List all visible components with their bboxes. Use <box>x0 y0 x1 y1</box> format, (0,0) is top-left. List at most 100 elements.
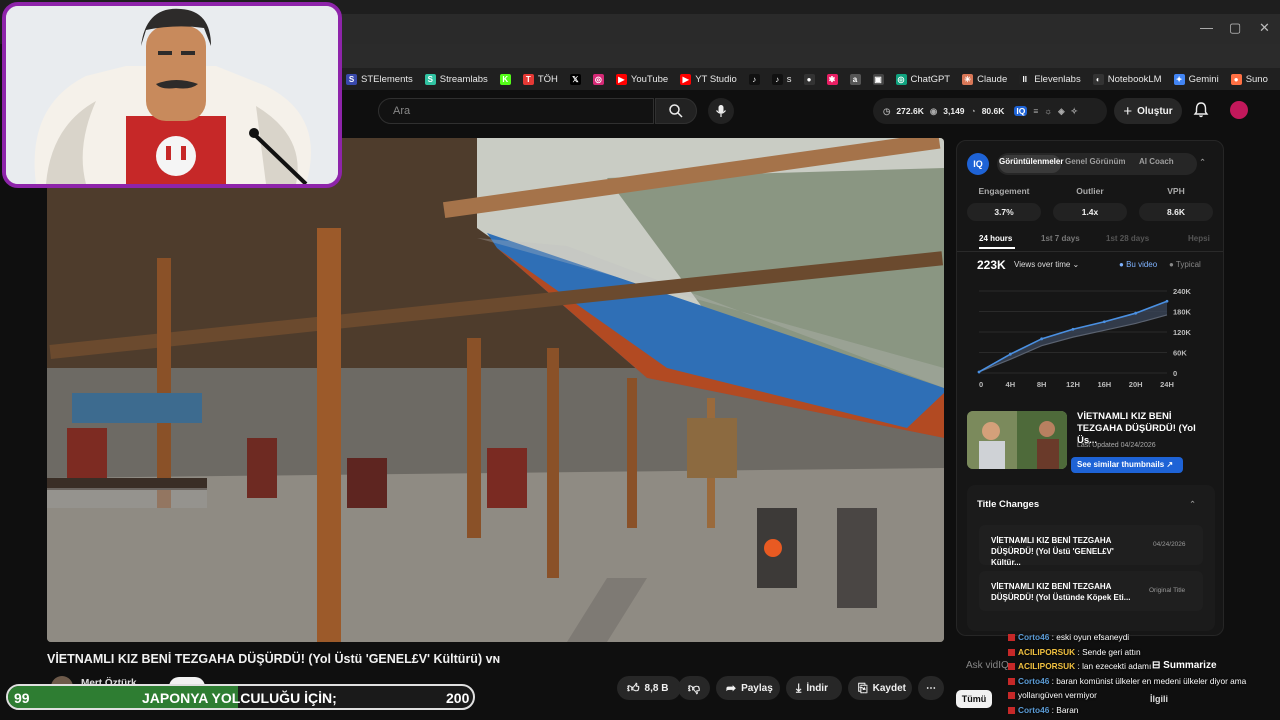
bookmark-item[interactable]: ● Suno <box>1230 73 1268 85</box>
bookmark-item[interactable]: K <box>499 73 511 85</box>
bulb-icon[interactable]: ☼ <box>1044 106 1052 116</box>
list-icon[interactable]: ≡ <box>1033 106 1038 116</box>
similar-thumbnails-button[interactable]: See similar thumbnails ↗ <box>1071 457 1183 473</box>
views-chart: 0 60K 120K 180K 240K 0 4H 8H 12H 16H 20H 24H <box>977 287 1192 389</box>
chart-metric-dropdown[interactable]: Views over time ⌄ <box>1014 260 1079 269</box>
chat-message: ACILIPORSUK : Sende geri attın <box>1008 647 1141 657</box>
bookmark-item[interactable]: S Streamlabs <box>424 73 488 85</box>
bookmark-item[interactable]: ◎ ChatGPT <box>895 73 950 85</box>
streamer-webcam <box>2 2 342 188</box>
bookmark-favicon-icon: a <box>849 73 861 85</box>
bookmark-item[interactable]: ● <box>803 73 815 85</box>
title-changes-collapse-icon[interactable]: ⌃ <box>1189 499 1196 510</box>
panel-tabs: Görüntülenmeler Genel Görünüm AI Coach <box>997 153 1197 175</box>
bookmark-item[interactable]: ♪ <box>748 73 760 85</box>
bookmark-label: Elevenlabs <box>1034 73 1081 85</box>
bookmark-item[interactable]: 𝕏 <box>569 73 581 85</box>
chat-text: baran komünist ülkeler en medeni ülkeler… <box>1056 675 1247 686</box>
range-divider <box>957 251 1223 252</box>
save-button[interactable]: ⎘ Kaydet <box>848 676 912 700</box>
video-frame <box>47 138 944 642</box>
search-input[interactable]: Ara <box>378 98 654 124</box>
bookmark-favicon-icon: 𝕏 <box>569 73 581 85</box>
download-button[interactable]: ⤓ İndir <box>786 676 842 700</box>
like-button[interactable]: 👍︎ 8,8 B <box>617 676 681 700</box>
range-tab-24h[interactable]: 24 hours <box>979 234 1012 243</box>
voice-search-button[interactable] <box>708 98 734 124</box>
tab-ai-coach[interactable]: AI Coach <box>1139 157 1174 166</box>
bookmark-item[interactable]: II Elevenlabs <box>1019 73 1081 85</box>
bookmark-item[interactable]: a <box>849 73 861 85</box>
tab-views[interactable]: Görüntülenmeler <box>999 157 1063 166</box>
goal-target: 200 <box>446 690 470 706</box>
metric-engagement-label: Engagement <box>978 186 1030 196</box>
chart-x-tick-label: 0 <box>979 380 983 389</box>
sparkle-icon[interactable]: ✧ <box>1071 106 1078 117</box>
browser-tabstrip[interactable] <box>340 14 1280 44</box>
collapse-chevron-icon[interactable]: ⌃ <box>1199 157 1206 168</box>
vidiq-icon[interactable]: IQ <box>1014 106 1028 116</box>
channel-stats-pill[interactable]: ◷ 272.6K ◉ 3,149 ◔ 80.6K IQ ≡ ☼ ◈ ✧ <box>873 98 1107 124</box>
vidiq-analytics-panel: IQ Görüntülenmeler Genel Görünüm AI Coac… <box>956 140 1224 636</box>
more-actions-button[interactable]: ⋯ <box>918 676 944 700</box>
bookmark-item[interactable]: ◐ NotebookLM <box>1092 73 1162 85</box>
bookmark-item[interactable]: ✳ Claude <box>962 73 1008 85</box>
close-icon[interactable]: ✕ <box>1259 20 1270 36</box>
bookmark-label: YouTube <box>630 73 669 85</box>
bookmark-item[interactable]: ♪ s <box>771 73 792 85</box>
bookmark-favicon-icon: ▶ <box>615 73 627 85</box>
chart-point <box>1102 320 1106 324</box>
bookmark-label: Claude <box>977 73 1008 85</box>
bookmark-label: Suno <box>1245 73 1268 85</box>
tag-icon[interactable]: ◈ <box>1058 106 1065 117</box>
minimize-icon[interactable]: — <box>1200 20 1213 35</box>
bookmark-favicon-icon: ✱ <box>826 73 838 85</box>
bookmark-label: Streamlabs <box>439 73 488 85</box>
ask-vidiq-input[interactable]: Ask vidIQ <box>966 660 1009 671</box>
bookmark-item[interactable]: ✱ <box>826 73 838 85</box>
range-tab-28d[interactable]: 1st 28 days <box>1106 234 1149 243</box>
summarize-button[interactable]: ⊟ Summarize <box>1152 660 1217 671</box>
views-stat: 272.6K <box>896 106 924 116</box>
bookmark-item[interactable]: T TÖH <box>522 73 558 85</box>
bookmark-favicon-icon: S <box>346 73 357 85</box>
bookmark-item[interactable]: ▶ YouTube <box>615 73 669 85</box>
video-player[interactable] <box>47 138 944 642</box>
chat-message: Corto46 : baran komünist ülkeler en mede… <box>1008 676 1246 686</box>
bookmark-item[interactable]: ▣ <box>872 73 884 85</box>
bookmark-item[interactable]: S STElements <box>346 73 413 85</box>
chat-message: yollarıgüven vermiyor <box>1008 690 1097 700</box>
bookmarks-bar: S STElements S Streamlabs K T TÖH 𝕏 ◎ ▶ YouTube ▶ YT… <box>340 68 1280 90</box>
download-icon: ⤓ <box>796 680 802 695</box>
title-change-text: VİETNAMLI KIZ BENİ TEZGAHA DÜŞÜRDÜ! (Yol… <box>991 536 1114 567</box>
chart-point <box>977 370 981 374</box>
title-change-item[interactable]: VİETNAMLI KIZ BENİ TEZGAHA DÜŞÜRDÜ! (Yol… <box>979 571 1203 611</box>
address-bar[interactable]: ✎ ⇪ ♦ ▲ ∞ ▭ ⇄ ▣ ✿ ♫ ◧ ▤ ✚ ⛨ ≡ <box>340 44 1280 107</box>
bookmark-item[interactable]: ◎ <box>592 73 604 85</box>
title-change-item[interactable]: VİETNAMLI KIZ BENİ TEZGAHA DÜŞÜRDÜ! (Yol… <box>979 525 1203 567</box>
chat-text: lan ezecekti adamı <box>1082 661 1152 671</box>
filter-chip-related[interactable]: İlgili <box>1150 694 1168 704</box>
filter-chip-all[interactable]: Tümü <box>956 690 992 708</box>
range-tab-7d[interactable]: 1st 7 days <box>1041 234 1080 243</box>
more-icon: ⋯ <box>926 682 936 694</box>
title-change-text: VİETNAMLI KIZ BENİ TEZGAHA DÜŞÜRDÜ! (Yol… <box>991 582 1131 602</box>
dislike-button[interactable]: 👎︎ <box>678 676 710 700</box>
video-thumbnail[interactable] <box>967 411 1067 469</box>
bookmark-item[interactable]: ✦ Gemini <box>1173 73 1219 85</box>
last-updated-text: Last Updated 04/24/2026 <box>1077 442 1156 449</box>
bookmark-label: NotebookLM <box>1107 73 1162 85</box>
user-avatar[interactable] <box>1230 101 1248 119</box>
bookmark-favicon-icon: ◎ <box>592 73 604 85</box>
search-button[interactable] <box>655 98 697 124</box>
notifications-bell-icon[interactable] <box>1192 101 1210 119</box>
create-button[interactable]: + Oluştur <box>1114 98 1182 124</box>
range-tab-all[interactable]: Hepsi <box>1188 234 1210 243</box>
share-button[interactable]: ➦ Paylaş <box>716 676 780 700</box>
bookmark-favicon-icon: S <box>424 73 436 85</box>
maximize-icon[interactable]: ▢ <box>1229 20 1241 36</box>
bookmark-label: TÖH <box>537 73 558 85</box>
range-tab-underline <box>979 247 1015 249</box>
bookmark-item[interactable]: ▶ YT Studio <box>680 73 737 85</box>
tab-overview[interactable]: Genel Görünüm <box>1065 157 1125 166</box>
